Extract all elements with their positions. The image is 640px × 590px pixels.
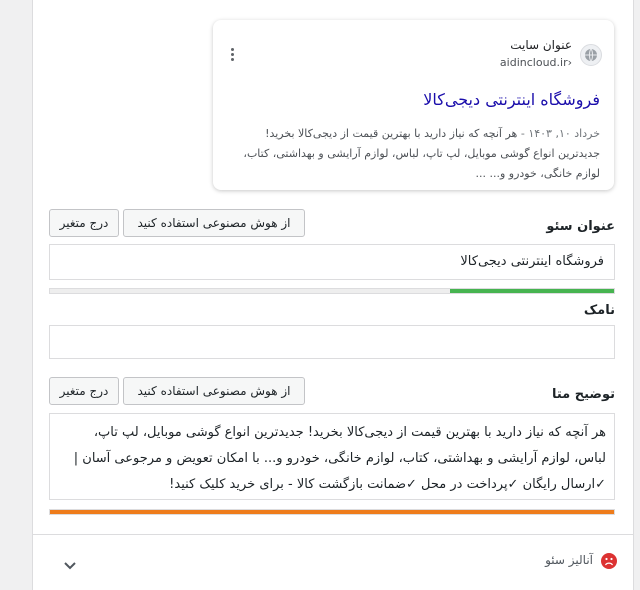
seo-title-input[interactable]: فروشگاه اینترنتی دیجی‌کالا <box>49 244 615 280</box>
meta-description-ai-button[interactable]: از هوش مصنوعی استفاده کنید <box>123 377 305 405</box>
slug-input[interactable] <box>49 325 615 359</box>
site-url: aidincloud.ir› <box>499 56 572 69</box>
meta-description-insert-variable-button[interactable]: درج متغیر <box>49 377 119 405</box>
seo-title-progress <box>49 288 615 294</box>
section-divider <box>33 534 633 535</box>
seo-panel: عنوان سایت aidincloud.ir› فروشگاه اینترن… <box>32 0 634 590</box>
globe-icon <box>580 44 602 66</box>
seo-title-progress-fill <box>450 289 614 293</box>
serp-date: خرداد ۱۰, ۱۴۰۳ - <box>517 127 600 140</box>
seo-title-ai-button[interactable]: از هوش مصنوعی استفاده کنید <box>123 209 305 237</box>
seo-title-label: عنوان سئو <box>546 219 615 234</box>
more-options-icon[interactable] <box>231 48 235 63</box>
sad-face-icon <box>601 553 617 569</box>
serp-title[interactable]: فروشگاه اینترنتی دیجی‌کالا <box>423 90 600 109</box>
search-preview-card: عنوان سایت aidincloud.ir› فروشگاه اینترن… <box>213 20 614 190</box>
meta-description-progress <box>49 509 615 515</box>
site-name: عنوان سایت <box>510 38 572 52</box>
chevron-down-icon[interactable] <box>63 556 77 575</box>
seo-title-insert-variable-button[interactable]: درج متغیر <box>49 209 119 237</box>
seo-analysis-label[interactable]: آنالیز سئو <box>545 553 593 567</box>
meta-description-progress-fill <box>50 510 614 514</box>
slug-label: نامک <box>583 303 615 318</box>
serp-description: خرداد ۱۰, ۱۴۰۳ - هر آنچه که نیاز دارید ب… <box>228 124 600 184</box>
meta-description-label: توضیح متا <box>551 387 615 402</box>
meta-description-textarea[interactable]: هر آنچه که نیاز دارید با بهترین قیمت از … <box>49 413 615 500</box>
